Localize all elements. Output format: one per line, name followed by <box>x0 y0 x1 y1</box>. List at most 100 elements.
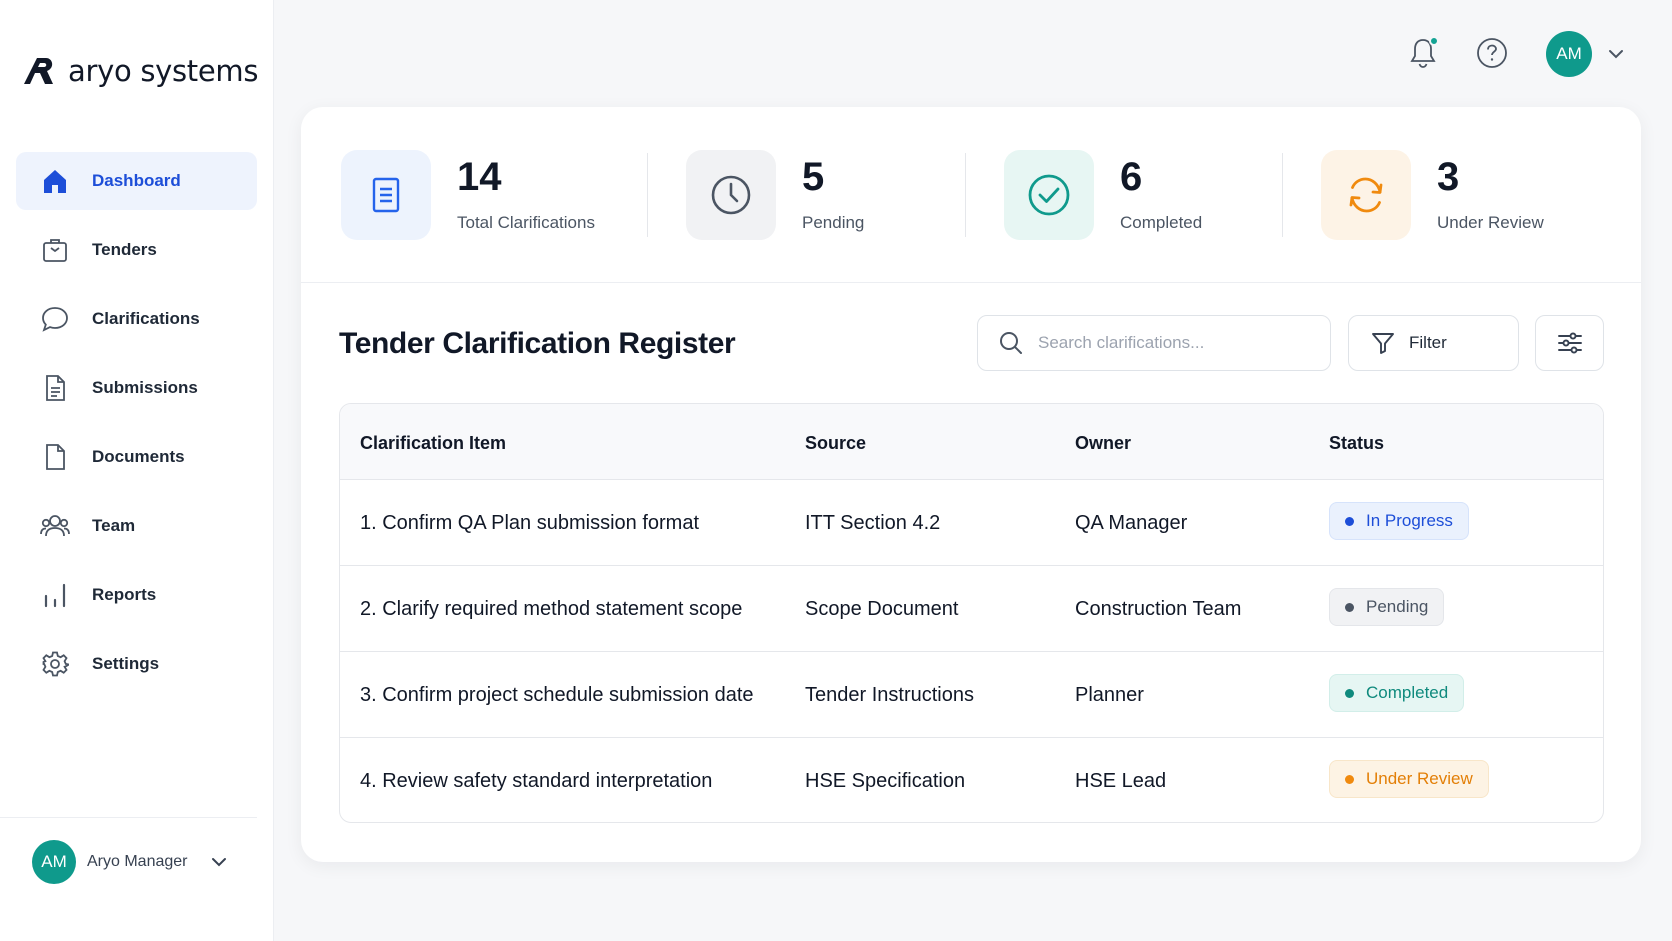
home-icon <box>40 166 70 196</box>
document-list-icon <box>341 150 431 240</box>
sidebar-item-settings[interactable]: Settings <box>16 635 257 693</box>
sidebar-item-clarifications[interactable]: Clarifications <box>16 290 257 348</box>
clarification-table: Clarification Item Source Owner Status 1… <box>339 403 1604 823</box>
stat-label: Under Review <box>1437 213 1544 232</box>
user-name: Aryo Manager <box>87 853 188 870</box>
source: HSE Specification <box>805 770 966 792</box>
aryo-logo-icon <box>24 58 53 84</box>
stat-value: 3 <box>1437 155 1460 199</box>
bar-chart-icon <box>40 580 70 610</box>
owner: HSE Lead <box>1075 770 1167 792</box>
search-icon <box>1000 332 1022 354</box>
stat-pending: 5 Pending <box>686 149 864 241</box>
stat-divider <box>647 153 648 237</box>
table-row[interactable]: 3. Confirm project schedule submission d… <box>340 652 1603 738</box>
avatar: AM <box>32 840 76 884</box>
stat-under-review: 3 Under Review <box>1321 149 1544 241</box>
main-card: 14 Total Clarifications 5 Pending 6 Comp… <box>301 107 1641 862</box>
sidebar-item-label: Settings <box>92 654 160 673</box>
source: ITT Section 4.2 <box>805 512 941 534</box>
table-row[interactable]: 1. Confirm QA Plan submission format ITT… <box>340 480 1603 566</box>
clarification-item: 4. Review safety standard interpretation <box>360 770 713 792</box>
users-icon <box>40 511 70 541</box>
column-header[interactable]: Owner <box>1075 433 1131 454</box>
chevron-down-icon[interactable] <box>1607 45 1625 63</box>
status-dot <box>1345 688 1354 698</box>
sidebar-item-reports[interactable]: Reports <box>16 566 257 624</box>
stat-value: 6 <box>1120 155 1143 199</box>
sidebar-item-label: Tenders <box>92 240 157 259</box>
document-lines-icon <box>40 373 70 403</box>
column-settings-button[interactable] <box>1535 315 1604 371</box>
filter-icon <box>1372 333 1394 354</box>
sidebar-item-label: Documents <box>92 447 185 466</box>
sidebar-item-label: Team <box>92 516 136 535</box>
status-badge: Under Review <box>1329 760 1489 798</box>
help-button[interactable] <box>1475 36 1509 70</box>
status-dot <box>1345 774 1354 784</box>
search-box[interactable] <box>977 315 1331 371</box>
stat-label: Pending <box>802 213 865 232</box>
status-badge: Pending <box>1329 588 1445 626</box>
sidebar: aryo systems Dashboard Tenders Clarifica… <box>0 0 274 941</box>
user-menu[interactable]: AM Aryo Manager <box>32 840 228 884</box>
sidebar-item-label: Dashboard <box>92 171 181 190</box>
column-header[interactable]: Source <box>805 433 866 454</box>
file-icon <box>40 442 70 472</box>
sidebar-item-dashboard[interactable]: Dashboard <box>16 152 257 210</box>
table-header: Clarification Item Source Owner Status <box>340 404 1603 480</box>
stat-total-clarifications: 14 Total Clarifications <box>341 149 595 241</box>
owner: Construction Team <box>1075 598 1242 620</box>
stat-value: 5 <box>802 155 825 199</box>
sidebar-item-label: Clarifications <box>92 309 200 328</box>
stat-label: Completed <box>1120 213 1203 232</box>
notification-dot <box>1429 36 1439 46</box>
table-row[interactable]: 2. Clarify required method statement sco… <box>340 566 1603 652</box>
status-text: Under Review <box>1366 769 1473 788</box>
brand-name: aryo systems <box>68 54 259 88</box>
clarification-item: 1. Confirm QA Plan submission format <box>360 512 700 534</box>
clarification-item: 2. Clarify required method statement sco… <box>360 598 743 620</box>
gear-icon <box>40 649 70 679</box>
table-row[interactable]: 4. Review safety standard interpretation… <box>340 738 1603 822</box>
check-circle-icon <box>1004 150 1094 240</box>
notifications-button[interactable] <box>1406 36 1440 70</box>
source: Tender Instructions <box>805 684 974 706</box>
source: Scope Document <box>805 598 959 620</box>
status-text: In Progress <box>1366 511 1453 530</box>
status-text: Completed <box>1366 683 1449 702</box>
chevron-down-icon <box>211 858 226 867</box>
sidebar-item-label: Reports <box>92 585 157 604</box>
chat-bubble-icon <box>40 304 70 334</box>
status-dot <box>1345 602 1354 612</box>
briefcase-icon <box>40 235 70 265</box>
sliders-icon <box>1557 332 1582 354</box>
sidebar-item-documents[interactable]: Documents <box>16 428 257 486</box>
clarification-item: 3. Confirm project schedule submission d… <box>360 684 754 706</box>
stat-divider <box>965 153 966 237</box>
page-title: Tender Clarification Register <box>339 327 736 360</box>
filter-button[interactable]: Filter <box>1348 315 1519 371</box>
profile-avatar[interactable]: AM <box>1546 31 1592 77</box>
column-header[interactable]: Status <box>1329 433 1384 454</box>
sidebar-divider <box>0 817 257 818</box>
stat-label: Total Clarifications <box>457 213 595 232</box>
status-text: Pending <box>1366 597 1429 616</box>
status-dot <box>1345 516 1354 526</box>
owner: QA Manager <box>1075 512 1188 534</box>
refresh-icon <box>1321 150 1411 240</box>
stats-row: 14 Total Clarifications 5 Pending 6 Comp… <box>301 107 1641 283</box>
stat-divider <box>1282 153 1283 237</box>
column-header[interactable]: Clarification Item <box>360 433 506 454</box>
status-badge: In Progress <box>1329 502 1469 540</box>
clock-icon <box>686 150 776 240</box>
sidebar-item-tenders[interactable]: Tenders <box>16 221 257 279</box>
filter-label: Filter <box>1409 333 1447 352</box>
help-icon <box>1477 38 1507 68</box>
stat-value: 14 <box>457 155 502 199</box>
search-input[interactable] <box>1038 333 1308 353</box>
sidebar-item-submissions[interactable]: Submissions <box>16 359 257 417</box>
sidebar-item-team[interactable]: Team <box>16 497 257 555</box>
brand[interactable]: aryo systems <box>22 54 258 88</box>
status-badge: Completed <box>1329 674 1465 712</box>
